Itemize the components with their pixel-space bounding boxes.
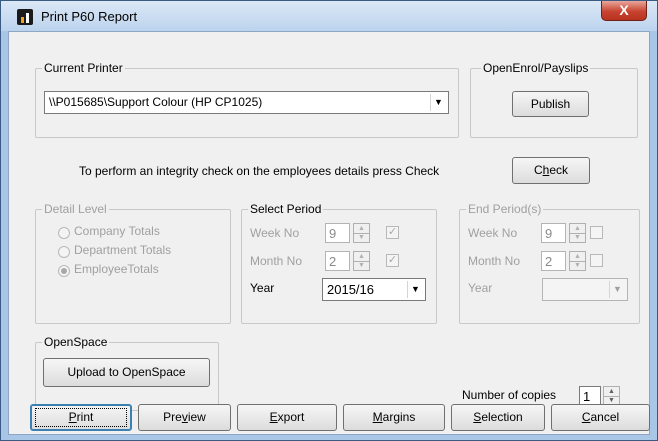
end-week-checkbox[interactable] xyxy=(590,226,603,239)
margins-button[interactable]: Margins xyxy=(343,404,445,431)
dialog-body: Current Printer \\P015685\Support Colour… xyxy=(8,31,650,435)
openspace-label: OpenSpace xyxy=(42,335,110,349)
end-period-label: End Period(s) xyxy=(466,202,544,216)
end-year-dropdown[interactable]: ▼ xyxy=(542,278,628,301)
end-month-input[interactable]: 2 xyxy=(541,251,566,271)
openenrol-label: OpenEnrol/Payslips xyxy=(481,61,591,75)
detail-level-label: Detail Level xyxy=(42,202,109,216)
export-button[interactable]: Export xyxy=(237,404,337,431)
end-period-group: End Period(s) Week No 9 ▲ ▼ Month No 2 ▲… xyxy=(459,202,640,324)
select-week-spinner[interactable]: ▲ ▼ xyxy=(353,223,370,243)
select-period-label: Select Period xyxy=(248,202,324,216)
end-week-spinner[interactable]: ▲ ▼ xyxy=(569,223,586,243)
select-week-checkbox[interactable]: ✓ xyxy=(386,226,399,239)
select-week-label: Week No xyxy=(250,226,300,240)
print-button[interactable]: Print xyxy=(30,404,132,431)
radio-department-totals[interactable] xyxy=(58,246,70,258)
upload-to-openspace-button[interactable]: Upload to OpenSpace xyxy=(43,358,210,387)
select-week-input[interactable]: 9 xyxy=(325,223,350,243)
radio-company-totals[interactable] xyxy=(58,227,70,239)
window-title: Print P60 Report xyxy=(41,9,138,24)
current-printer-group: Current Printer \\P015685\Support Colour… xyxy=(35,61,459,138)
title-bar[interactable]: Print P60 Report X xyxy=(1,1,657,31)
close-button[interactable]: X xyxy=(601,1,647,21)
integrity-check-message: To perform an integrity check on the emp… xyxy=(79,164,440,178)
print-p60-window: Print P60 Report X Current Printer \\P01… xyxy=(0,0,658,441)
current-printer-label: Current Printer xyxy=(42,61,125,75)
copies-spinner[interactable]: ▲ ▼ xyxy=(603,386,620,406)
select-month-checkbox[interactable]: ✓ xyxy=(386,254,399,267)
select-year-label: Year xyxy=(250,281,275,295)
preview-button[interactable]: Preview xyxy=(138,404,231,431)
app-logo-icon xyxy=(17,9,33,25)
spin-down-icon[interactable]: ▼ xyxy=(354,233,369,242)
end-year-label: Year xyxy=(468,281,493,295)
end-week-label: Week No xyxy=(468,226,518,240)
selection-button[interactable]: Selection xyxy=(451,404,545,431)
detail-level-group: Detail Level Company Totals Department T… xyxy=(35,202,231,324)
select-period-group: Select Period Week No 9 ▲ ▼ ✓ Month No 2… xyxy=(241,202,437,324)
select-month-label: Month No xyxy=(250,254,303,268)
radio-employee-totals[interactable] xyxy=(58,265,70,277)
check-icon: ✓ xyxy=(387,254,398,266)
check-icon: ✓ xyxy=(387,226,398,238)
printer-select-value: \\P015685\Support Colour (HP CP1025) xyxy=(49,95,263,109)
select-year-value: 2015/16 xyxy=(327,282,374,297)
spin-down-icon[interactable]: ▼ xyxy=(570,261,585,270)
end-month-checkbox[interactable] xyxy=(590,254,603,267)
openenrol-group: OpenEnrol/Payslips Publish xyxy=(470,61,638,138)
spin-down-icon[interactable]: ▼ xyxy=(570,233,585,242)
chevron-down-icon[interactable]: ▼ xyxy=(407,281,423,298)
radio-company-totals-label: Company Totals xyxy=(74,224,160,238)
printer-select[interactable]: \\P015685\Support Colour (HP CP1025) ▼ xyxy=(44,91,449,114)
select-month-spinner[interactable]: ▲ ▼ xyxy=(353,251,370,271)
radio-employee-totals-label: EmployeeTotals xyxy=(74,262,159,276)
close-icon: X xyxy=(619,2,629,18)
openspace-group: OpenSpace Upload to OpenSpace xyxy=(35,335,219,411)
check-button[interactable]: Check xyxy=(512,157,590,184)
copies-input[interactable]: 1 xyxy=(579,386,601,406)
chevron-down-icon[interactable]: ▼ xyxy=(609,281,625,298)
number-of-copies-label: Number of copies xyxy=(462,388,557,402)
chevron-down-icon[interactable]: ▼ xyxy=(430,94,446,111)
spin-down-icon[interactable]: ▼ xyxy=(354,261,369,270)
select-month-input[interactable]: 2 xyxy=(325,251,350,271)
end-week-input[interactable]: 9 xyxy=(541,223,566,243)
select-year-dropdown[interactable]: 2015/16 ▼ xyxy=(322,278,426,301)
cancel-button[interactable]: Cancel xyxy=(551,404,650,431)
focus-rectangle xyxy=(35,408,127,427)
publish-button[interactable]: Publish xyxy=(512,91,589,117)
radio-department-totals-label: Department Totals xyxy=(74,243,172,257)
end-month-spinner[interactable]: ▲ ▼ xyxy=(569,251,586,271)
end-month-label: Month No xyxy=(468,254,521,268)
